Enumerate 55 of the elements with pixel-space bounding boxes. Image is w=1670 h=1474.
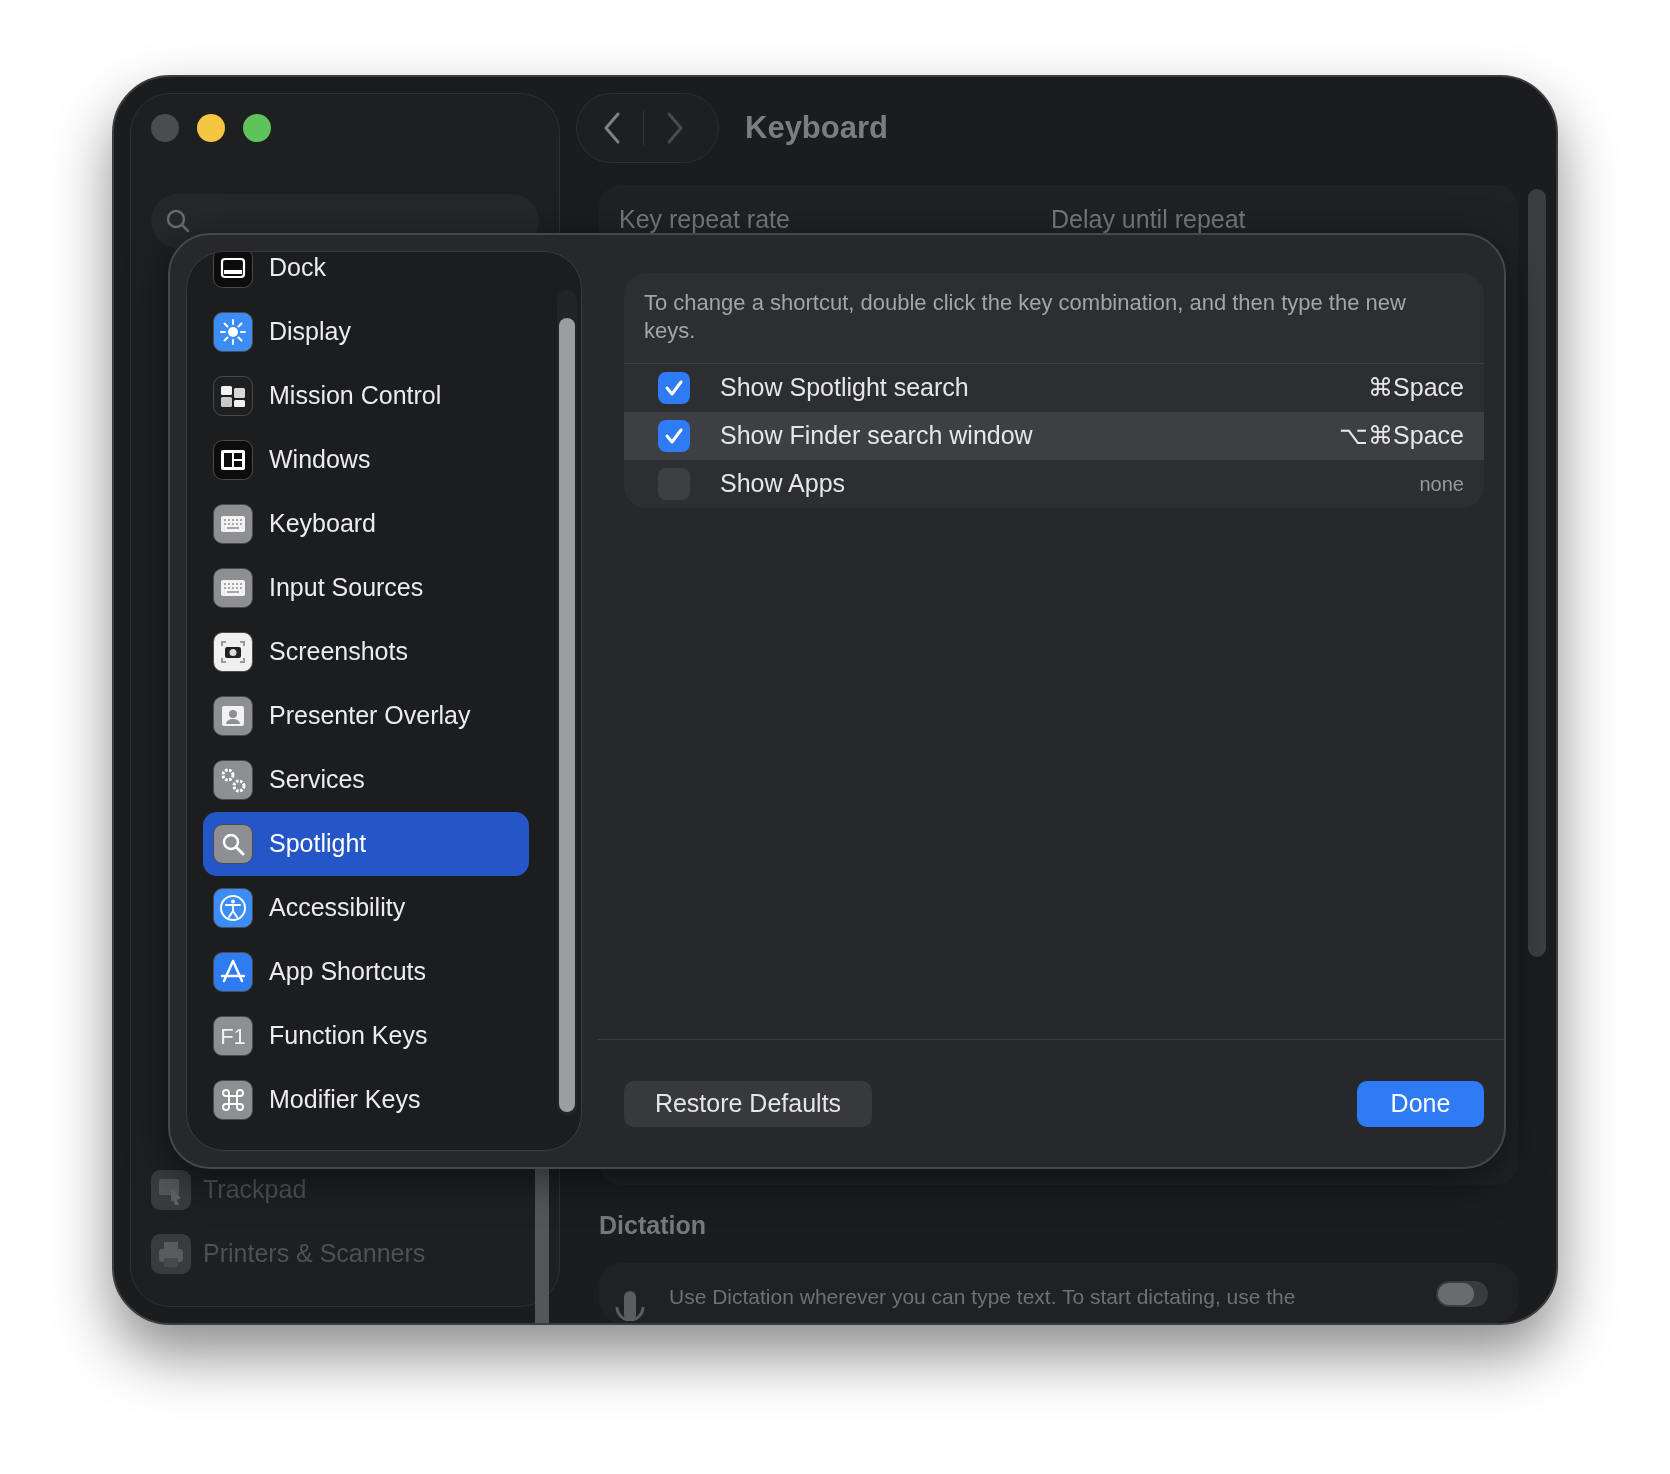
section-heading: Dictation [599,1210,707,1241]
gears-icon [213,760,253,800]
function-key-icon: F1 [213,1016,253,1056]
category-item[interactable]: Dock [203,252,529,300]
key-combination[interactable]: none [1419,469,1464,499]
category-item[interactable]: Display [203,300,529,364]
scrollbar-thumb[interactable] [559,318,575,1112]
windows-grid-icon [213,376,253,416]
zoom-button[interactable] [243,114,271,142]
key-combination[interactable]: ⌥⌘Space [1339,417,1464,455]
checkmark-icon [664,379,684,397]
search-icon [165,208,191,234]
category-item[interactable]: Presenter Overlay [203,684,529,748]
command-key-icon [213,1080,253,1120]
dictation-toggle[interactable] [1436,1280,1488,1307]
category-item[interactable]: Services [203,748,529,812]
dock-icon [213,252,253,288]
setting-label: Delay until repeat [1051,204,1246,235]
restore-defaults-button[interactable]: Restore Defaults [624,1080,872,1127]
category-item[interactable]: Keyboard [203,492,529,556]
category-item[interactable]: Accessibility [203,876,529,940]
dictation-description: Use Dictation wherever you can type text. To start dictating, use the [669,1283,1297,1310]
accessibility-icon [213,888,253,928]
category-item[interactable]: F1 Function Keys [203,1004,529,1068]
shortcut-label: Show Apps [720,468,846,500]
camera-icon [213,632,253,672]
category-item[interactable]: Windows [203,428,529,492]
minimize-button[interactable] [197,114,225,142]
category-item[interactable]: Spotlight [203,812,529,876]
category-item[interactable]: Mission Control [203,364,529,428]
person-icon [213,696,253,736]
shortcut-row[interactable]: Show Finder search window ⌥⌘Space [624,412,1484,460]
printer-icon [151,1234,191,1274]
trackpad-icon [151,1170,191,1210]
instruction-text: To change a shortcut, double click the key combination, and then type the new keys. [644,289,1407,345]
setting-label: Key repeat rate [619,204,791,235]
keyboard-icon [213,568,253,608]
shortcut-label: Show Spotlight search [720,372,969,404]
close-button[interactable] [151,114,179,142]
keyboard-icon [213,504,253,544]
scrollbar[interactable] [1528,189,1546,957]
window-title: Keyboard [745,108,888,147]
shortcut-label: Show Finder search window [720,420,1033,452]
sun-icon [213,312,253,352]
checkbox[interactable] [658,420,690,452]
checkbox[interactable] [658,372,690,404]
category-item[interactable]: App Shortcuts [203,940,529,1004]
done-button[interactable]: Done [1357,1080,1484,1127]
search-icon [213,824,253,864]
category-item[interactable]: Modifier Keys [203,1068,529,1132]
window-layout-icon [213,440,253,480]
key-combination[interactable]: ⌘Space [1368,369,1464,407]
category-item[interactable]: Input Sources [203,556,529,620]
category-item[interactable]: Screenshots [203,620,529,684]
checkmark-icon [664,427,684,445]
